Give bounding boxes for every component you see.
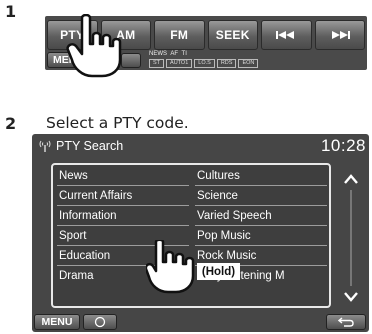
clock: 10:28 (320, 136, 366, 155)
scrollbar[interactable] (350, 190, 352, 286)
return-button[interactable] (326, 314, 366, 330)
seek-button[interactable]: SEEK (207, 20, 258, 50)
hold-label: (Hold) (197, 263, 240, 280)
pty-search-screen: PTY Search 10:28 News Current Affairs In… (32, 134, 369, 332)
indicator-auto: AUTO1 (166, 59, 193, 68)
chevron-down-icon (344, 292, 358, 302)
fm-button[interactable]: FM (154, 20, 205, 50)
circle-button[interactable] (83, 314, 117, 330)
circle-icon (94, 316, 106, 328)
menu-button[interactable]: MENU (34, 314, 80, 330)
indicator-st: ST (149, 59, 165, 68)
antenna-icon (39, 140, 51, 152)
list-item[interactable]: Varied Speech (195, 206, 327, 227)
chevron-up-icon (344, 174, 358, 184)
skip-forward-button[interactable] (314, 20, 365, 50)
list-item[interactable]: Information (57, 206, 189, 227)
pointing-hand-icon (66, 14, 122, 78)
skip-back-icon (276, 31, 295, 39)
step-number: 1 (5, 2, 17, 21)
skip-back-button[interactable] (261, 20, 312, 50)
screen-title: PTY Search (56, 139, 124, 153)
indicators-top-text: NEWS AF TI (149, 51, 187, 57)
list-item[interactable]: Cultures (195, 166, 327, 187)
return-icon (338, 317, 354, 327)
scroll-up-button[interactable] (339, 170, 363, 188)
list-item[interactable]: News (57, 166, 189, 187)
skip-forward-icon (331, 31, 350, 39)
status-indicators: NEWS AF TI ST AUTO1 LO.S RDS EON (149, 51, 319, 69)
indicator-los: LO.S (194, 59, 215, 68)
list-item[interactable]: Current Affairs (57, 186, 189, 207)
indicator-rds: RDS (216, 59, 237, 68)
indicator-eon: EON (238, 59, 259, 68)
step-instruction: Select a PTY code. (46, 114, 189, 132)
scroll-down-button[interactable] (339, 288, 363, 306)
list-item[interactable]: Science (195, 186, 327, 207)
step-number: 2 (5, 114, 17, 133)
